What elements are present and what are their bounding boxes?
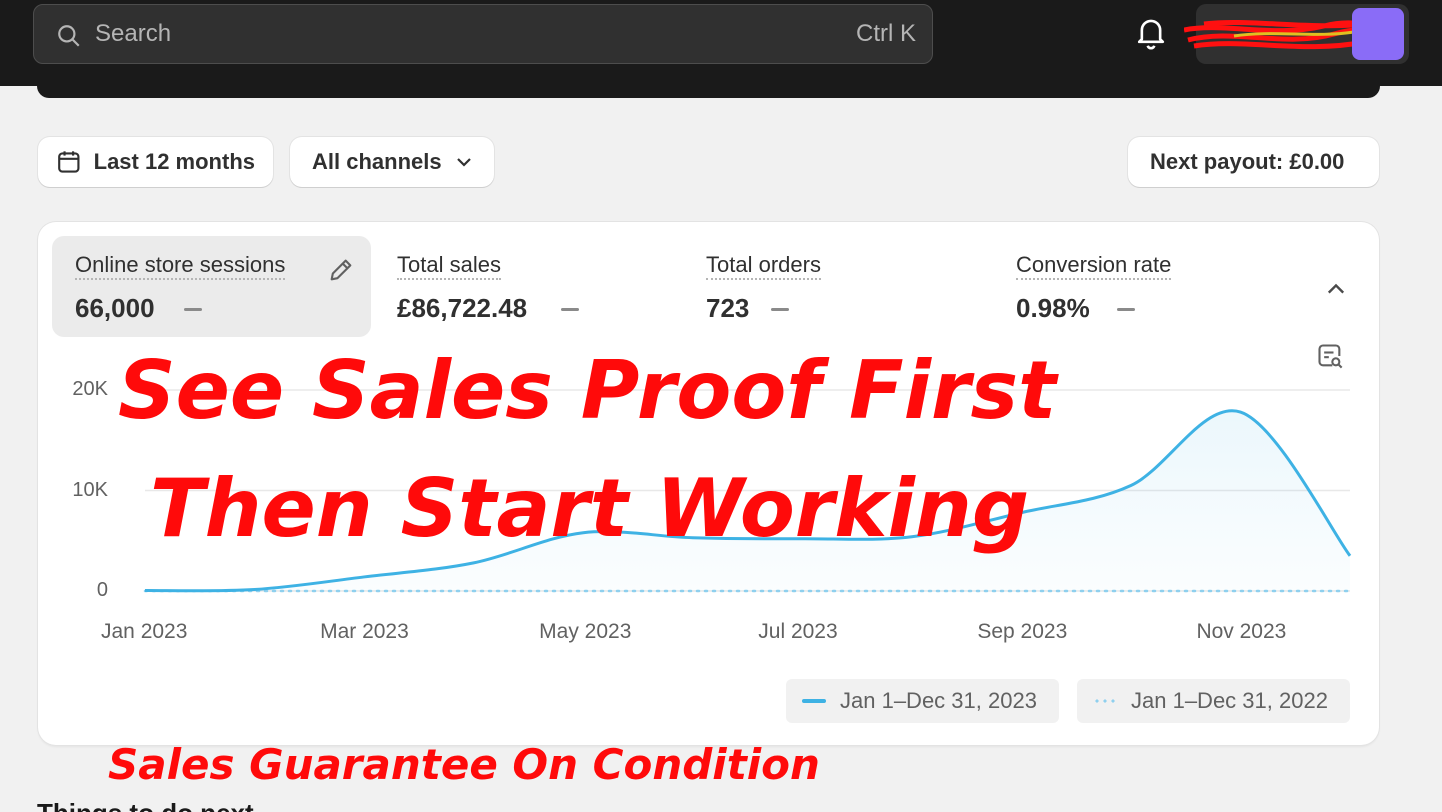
legend-label: Jan 1–Dec 31, 2023 <box>840 688 1037 713</box>
payout-label: Next payout: £0.00 <box>1150 149 1345 174</box>
y-tick-label: 10K <box>72 478 108 501</box>
channels-label: All channels <box>312 149 442 174</box>
x-tick-label: Sep 2023 <box>977 620 1068 643</box>
overlay-headline-2: Then Start Working <box>150 462 1030 555</box>
search-shortcut: Ctrl K <box>856 20 916 47</box>
legend-previous-period[interactable]: Jan 1–Dec 31, 2022 <box>1077 679 1350 723</box>
overlay-headline-1: See Sales Proof First <box>118 344 1057 437</box>
x-tick-label: Nov 2023 <box>1196 620 1287 643</box>
calendar-icon <box>58 151 80 173</box>
channels-select[interactable]: All channels <box>290 137 494 187</box>
search-placeholder: Search <box>95 20 172 47</box>
next-payout-button[interactable]: Next payout: £0.00 <box>1128 137 1379 187</box>
legend-swatch-solid <box>802 699 826 703</box>
date-range-label: Last 12 months <box>93 149 255 174</box>
x-tick-label: Jan 2023 <box>101 620 188 643</box>
x-tick-label: Jul 2023 <box>758 620 838 643</box>
x-tick-label: May 2023 <box>539 620 632 643</box>
legend-current-period[interactable]: Jan 1–Dec 31, 2023 <box>786 679 1059 723</box>
top-bar: Search Ctrl K <box>0 0 1442 86</box>
account-menu-button[interactable] <box>1184 4 1409 64</box>
legend-swatch-dotted <box>1093 699 1117 703</box>
banner-edge <box>37 84 1380 98</box>
sales-chart[interactable] <box>38 222 1379 662</box>
overlay-subheadline: Sales Guarantee On Condition <box>108 740 820 789</box>
section-heading: Things to do next <box>37 798 254 812</box>
avatar[interactable] <box>1352 8 1404 60</box>
x-tick-label: Mar 2023 <box>320 620 409 643</box>
y-tick-label: 20K <box>72 378 108 400</box>
chevron-down-icon <box>456 158 471 167</box>
legend-label: Jan 1–Dec 31, 2022 <box>1131 688 1328 713</box>
y-tick-label: 0 <box>96 579 108 601</box>
search-icon <box>58 25 80 47</box>
date-range-button[interactable]: Last 12 months <box>38 137 273 187</box>
search-bar[interactable]: Search Ctrl K <box>33 4 933 64</box>
bell-icon[interactable] <box>1135 17 1167 51</box>
